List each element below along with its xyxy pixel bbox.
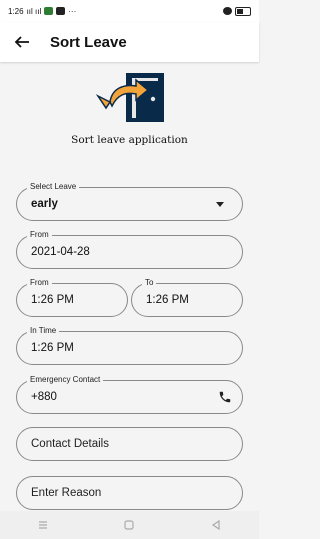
more-notifications-indicator: ··· xyxy=(68,6,77,16)
in-time-field[interactable]: In Time 1:26 PM xyxy=(16,326,243,365)
to-time-value: 1:26 PM xyxy=(146,294,189,306)
contact-details-field[interactable]: Contact Details xyxy=(16,427,243,461)
phone-icon[interactable] xyxy=(218,390,232,404)
app-bar: Sort Leave xyxy=(0,22,259,62)
reason-placeholder: Enter Reason xyxy=(31,487,102,499)
from-time-field[interactable]: From 1:26 PM xyxy=(16,278,128,317)
alarm-icon xyxy=(223,7,232,15)
field-label: From xyxy=(27,278,52,288)
in-time-value: 1:26 PM xyxy=(31,342,74,354)
back-nav-icon[interactable] xyxy=(209,518,223,532)
field-label: In Time xyxy=(27,326,60,336)
signal-icon: ııl ııl xyxy=(26,6,42,16)
page-title: Sort Leave xyxy=(50,33,127,51)
field-label: Select Leave xyxy=(27,182,80,192)
battery-icon xyxy=(235,6,251,16)
app-notification-icon xyxy=(44,7,54,15)
leave-door-illustration xyxy=(95,73,164,122)
home-icon[interactable] xyxy=(122,518,136,532)
app-notification-icon-2 xyxy=(56,7,66,15)
hero-caption: Sort leave application xyxy=(71,134,188,146)
status-time: 1:26 xyxy=(8,6,24,16)
field-label: Emergency Contact xyxy=(27,375,104,385)
back-arrow-icon[interactable] xyxy=(14,34,30,50)
caret-down-icon xyxy=(216,202,224,207)
system-nav-bar xyxy=(0,511,259,539)
to-time-field[interactable]: To 1:26 PM xyxy=(131,278,243,317)
field-label: From xyxy=(27,230,52,240)
from-date-field[interactable]: From 2021-04-28 xyxy=(16,230,243,269)
select-leave-dropdown[interactable]: Select Leave early xyxy=(16,182,243,221)
field-label: To xyxy=(142,278,157,288)
emergency-contact-field[interactable]: Emergency Contact +880 xyxy=(16,375,243,414)
from-time-value: 1:26 PM xyxy=(31,294,74,306)
status-bar: 1:26 ııl ııl ··· xyxy=(0,0,259,22)
recents-icon[interactable] xyxy=(36,518,50,532)
reason-field[interactable]: Enter Reason xyxy=(16,476,243,510)
from-date-value: 2021-04-28 xyxy=(31,246,90,258)
contact-details-placeholder: Contact Details xyxy=(31,438,109,450)
emergency-contact-value: +880 xyxy=(31,391,57,403)
select-leave-value: early xyxy=(31,198,58,210)
